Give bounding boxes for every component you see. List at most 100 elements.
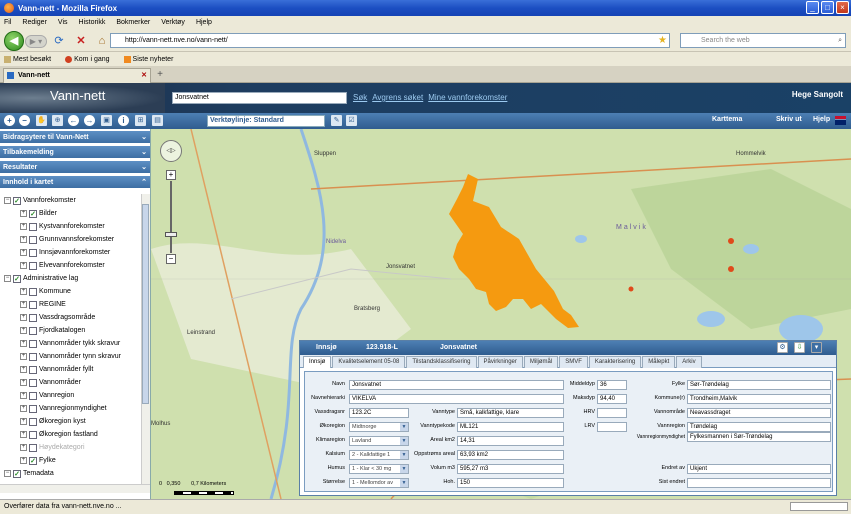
lrv-field[interactable]	[597, 422, 627, 432]
draw-tool-icon[interactable]: ✎	[331, 115, 342, 126]
zoom-slider-track[interactable]	[170, 181, 172, 253]
tab-tilstandsklassifisering[interactable]: Tilstandsklassifisering	[406, 356, 477, 368]
tree-item[interactable]: − ✓ Temadata	[4, 467, 144, 480]
vannomrade-field[interactable]: Neavassdraget	[687, 408, 831, 418]
pan-hand-icon[interactable]: ✋	[36, 115, 47, 126]
url-bar[interactable]: http://vann-nett.nve.no/vann-nett/ ★	[110, 33, 670, 48]
areal-field[interactable]: 14,31	[457, 436, 564, 446]
tab-pavirkninger[interactable]: Påvirkninger	[477, 356, 523, 368]
navnehierarki-field[interactable]: VIKELVA	[349, 394, 564, 404]
expand-icon[interactable]: +	[20, 379, 27, 386]
print-map-icon[interactable]: ▤	[152, 115, 163, 126]
layer-checkbox[interactable]	[29, 365, 37, 374]
oppstroms-areal-field[interactable]: 63,93 km2	[457, 450, 564, 460]
bookmark-siste-nyheter[interactable]: Siste nyheter	[123, 55, 173, 63]
tab-close-icon[interactable]: ✕	[141, 69, 147, 82]
skriv-ut-button[interactable]: Skriv ut	[776, 116, 802, 123]
expand-icon[interactable]: +	[20, 392, 27, 399]
okoregion-select[interactable]: Midtnorge ▼	[349, 422, 409, 432]
reload-icon[interactable]: ⟳	[52, 34, 66, 48]
back-button[interactable]: ◀	[4, 31, 24, 51]
section-tilbakemelding[interactable]: Tilbakemelding ⌄	[0, 146, 150, 159]
middeldyp-field[interactable]: 36	[597, 380, 627, 390]
tree-item[interactable]: + Kommune	[4, 285, 144, 298]
expand-icon[interactable]: +	[20, 444, 27, 451]
previous-extent-icon[interactable]: ←	[68, 115, 79, 126]
sidebar-scroll-thumb[interactable]	[142, 204, 149, 404]
expand-icon[interactable]: +	[20, 249, 27, 256]
layer-checkbox[interactable]	[29, 313, 37, 322]
hrv-field[interactable]	[597, 408, 627, 418]
collapse-icon[interactable]: −	[4, 275, 11, 282]
menu-rediger[interactable]: Rediger	[22, 19, 47, 26]
web-search-input[interactable]: Search the web ⌕	[680, 33, 846, 48]
tree-item[interactable]: + Vannregion	[4, 389, 144, 402]
tab-malepkt[interactable]: Målepkt	[642, 356, 676, 368]
full-extent-icon[interactable]: ▣	[101, 115, 112, 126]
collapse-icon[interactable]: −	[4, 197, 11, 204]
klimaregion-select[interactable]: Lavland ▼	[349, 436, 409, 446]
measure-icon[interactable]: ⊞	[135, 115, 146, 126]
tab-arkiv[interactable]: Arkiv	[676, 356, 702, 368]
sidebar-horizontal-scrollbar[interactable]	[0, 484, 150, 493]
layer-checkbox[interactable]	[29, 248, 37, 257]
tree-item[interactable]: + Elvevannforekomster	[4, 259, 144, 272]
menu-historikk[interactable]: Historikk	[79, 19, 106, 26]
search-icon[interactable]: ⌕	[838, 34, 842, 47]
collapse-icon[interactable]: −	[4, 470, 11, 477]
tree-item[interactable]: − ✓ Vannforekomster	[4, 194, 144, 207]
panel-settings-icon[interactable]: ⚙	[777, 342, 788, 353]
tree-item[interactable]: + Vassdragsområde	[4, 311, 144, 324]
expand-icon[interactable]: +	[20, 288, 27, 295]
layer-checkbox[interactable]: ✓	[13, 469, 21, 478]
vanntypekode-field[interactable]: ML121	[457, 422, 564, 432]
layer-checkbox[interactable]	[29, 417, 37, 426]
info-icon[interactable]: i	[118, 115, 129, 126]
mine-vannforekomster-link[interactable]: Mine vannforekomster	[428, 93, 507, 102]
expand-icon[interactable]: +	[20, 366, 27, 373]
zoom-box-icon[interactable]: ⊕	[52, 115, 63, 126]
sist-endret-field[interactable]	[687, 478, 831, 488]
tab-innsjo[interactable]: Innsjø	[303, 356, 332, 368]
tab-kvalitetselement[interactable]: Kvalitetselement 05-08	[332, 356, 406, 368]
tree-item[interactable]: + Vannområder	[4, 376, 144, 389]
tree-item[interactable]: + Fjordkatalogen	[4, 324, 144, 337]
endret-av-field[interactable]: Ukjent	[687, 464, 831, 474]
bookmark-kom-i-gang[interactable]: Kom i gang	[65, 55, 110, 63]
layer-checkbox[interactable]	[29, 222, 37, 231]
menu-bokmerker[interactable]: Bokmerker	[116, 19, 150, 26]
vannregionmyndighet-field[interactable]: Fylkesmannen i Sør-Trøndelag	[687, 432, 831, 442]
menu-hjelp[interactable]: Hjelp	[196, 19, 212, 26]
tree-item[interactable]: + Kystvannforekomster	[4, 220, 144, 233]
layer-checkbox[interactable]	[29, 300, 37, 309]
menu-verktoy[interactable]: Verktøy	[161, 19, 185, 26]
tree-item[interactable]: + Høydekategori	[4, 441, 144, 454]
kommune-field[interactable]: Trondheim,Malvik	[687, 394, 831, 404]
expand-icon[interactable]: +	[20, 223, 27, 230]
layer-checkbox[interactable]	[29, 378, 37, 387]
layer-checkbox[interactable]	[29, 261, 37, 270]
layer-checkbox[interactable]	[29, 391, 37, 400]
layer-checkbox[interactable]	[29, 443, 37, 452]
tree-item[interactable]: + Vannregionmyndighet	[4, 402, 144, 415]
menu-vis[interactable]: Vis	[58, 19, 68, 26]
zoom-in-button[interactable]: +	[166, 170, 176, 180]
zoom-out-icon[interactable]: −	[19, 115, 30, 126]
tree-item[interactable]: + Vannområder tykk skravur	[4, 337, 144, 350]
kalsium-select[interactable]: 2 - Kalkfattige 1 ▼	[349, 450, 409, 460]
forward-button[interactable]: ▶ ▾	[25, 35, 47, 48]
storrelse-select[interactable]: 1 - Mellomdor av ▼	[349, 478, 409, 488]
layer-checkbox[interactable]	[29, 235, 37, 244]
expand-icon[interactable]: +	[20, 353, 27, 360]
bookmark-star-icon[interactable]: ★	[658, 34, 667, 47]
karttema-button[interactable]: Karttema	[712, 116, 742, 123]
vassdragsnr-field[interactable]: 123.2C	[349, 408, 409, 418]
layer-checkbox[interactable]	[29, 339, 37, 348]
stop-icon[interactable]: ✕	[74, 34, 88, 48]
tree-item[interactable]: + Vannområder tynn skravur	[4, 350, 144, 363]
hjelp-button[interactable]: Hjelp	[813, 116, 830, 123]
tab-karakterisering[interactable]: Karakterisering	[588, 356, 642, 368]
maximize-button[interactable]: □	[821, 1, 834, 14]
expand-icon[interactable]: +	[20, 327, 27, 334]
layer-checkbox[interactable]: ✓	[29, 456, 37, 465]
